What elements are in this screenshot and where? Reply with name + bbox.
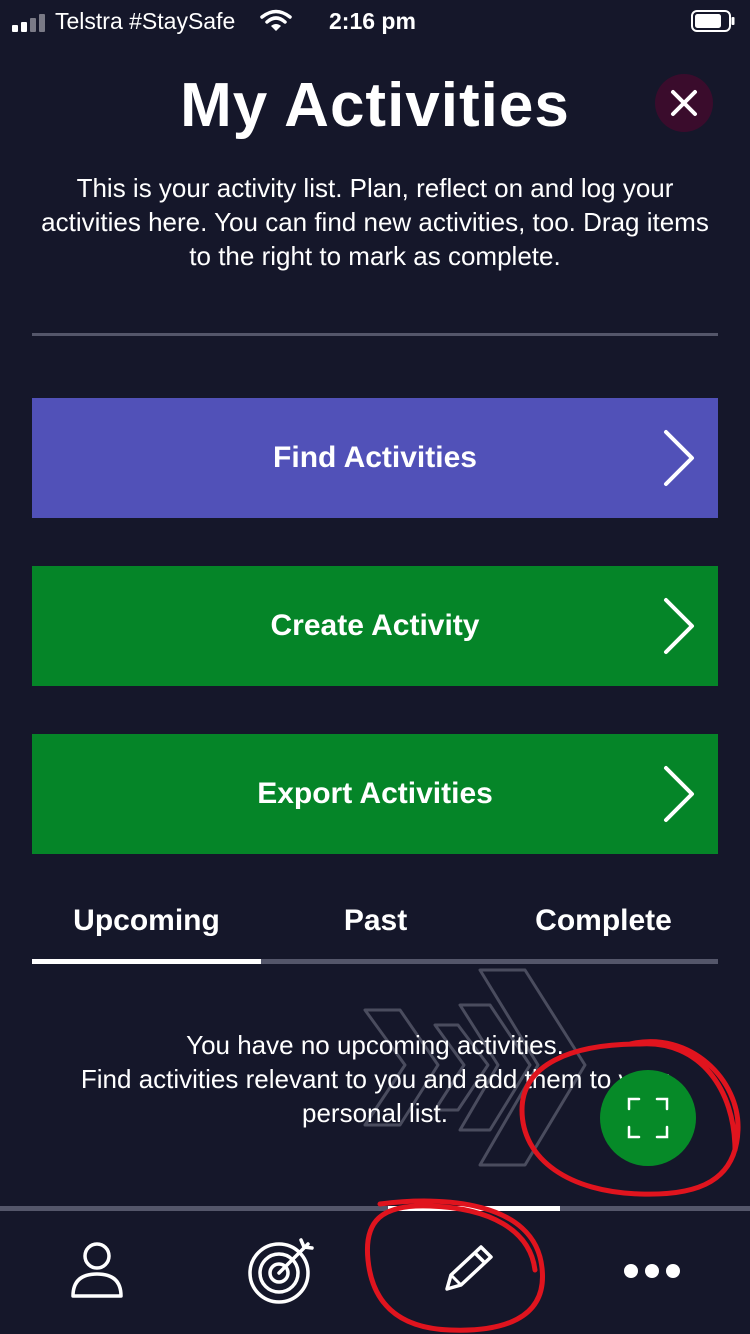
bottom-nav-divider (0, 1206, 750, 1211)
scan-floating-button[interactable] (600, 1070, 696, 1166)
find-activities-label: Find Activities (273, 441, 477, 474)
export-activities-label: Export Activities (257, 777, 493, 810)
nav-profile[interactable] (62, 1236, 132, 1306)
status-bar: Telstra #StaySafe 2:16 pm (0, 0, 750, 44)
chevron-right-icon (664, 598, 694, 654)
wifi-icon (260, 9, 292, 31)
page-title: My Activities (180, 71, 570, 140)
empty-state-line-1: You have no upcoming activities. (186, 1030, 564, 1060)
status-time: 2:16 pm (329, 8, 416, 34)
signal-icon (12, 14, 48, 32)
tab-complete[interactable]: Complete (489, 904, 718, 938)
tab-indicator (32, 959, 261, 964)
chevron-right-icon (664, 766, 694, 822)
intro-text: This is your activity list. Plan, reflec… (41, 173, 709, 271)
create-activity-button[interactable]: Create Activity (32, 566, 718, 686)
carrier-name: Telstra #StaySafe (55, 8, 236, 34)
close-button[interactable] (655, 74, 713, 132)
divider (32, 333, 718, 336)
bottom-nav-active-indicator (388, 1206, 560, 1211)
profile-icon (71, 1242, 123, 1298)
tab-upcoming[interactable]: Upcoming (32, 904, 261, 938)
activity-tabs: Upcoming Past Complete (32, 880, 718, 964)
nav-goals[interactable] (246, 1236, 316, 1306)
export-activities-button[interactable]: Export Activities (32, 734, 718, 854)
chevron-right-icon (664, 430, 694, 486)
create-activity-label: Create Activity (270, 609, 480, 642)
battery-icon (691, 10, 735, 32)
pencil-icon (445, 1245, 493, 1291)
find-activities-button[interactable]: Find Activities (32, 398, 718, 518)
nav-activities[interactable] (432, 1236, 502, 1306)
more-icon (624, 1264, 680, 1278)
scan-frame-icon (627, 1097, 669, 1139)
close-icon (671, 90, 697, 116)
tab-past[interactable]: Past (261, 904, 490, 938)
target-icon (248, 1238, 314, 1304)
nav-more[interactable] (617, 1236, 687, 1306)
